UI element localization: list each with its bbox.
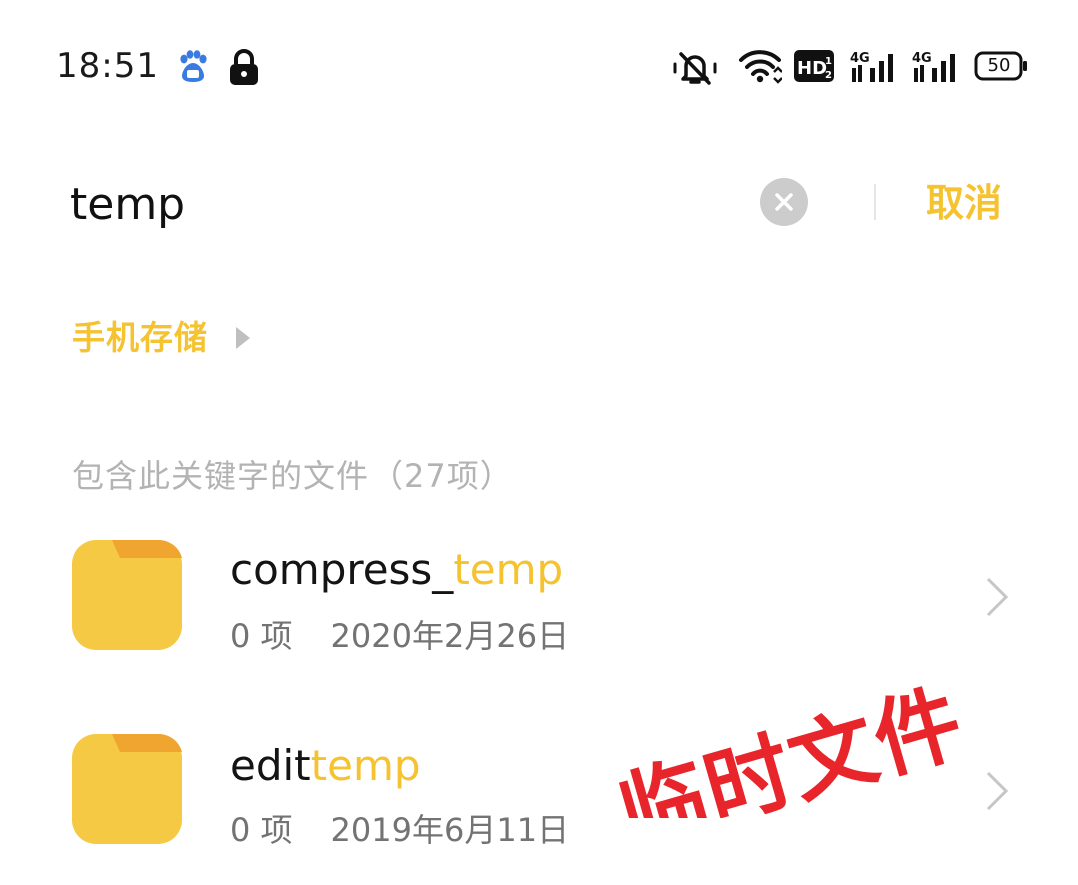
folder-icon (72, 734, 182, 844)
search-divider (874, 184, 876, 220)
lock-icon (230, 49, 258, 85)
item-meta: 0 项 2020年2月26日 (230, 614, 569, 658)
wifi-icon (739, 50, 782, 84)
signal-4g-icon: 4G (912, 51, 955, 82)
item-name-match: temp (310, 741, 421, 790)
battery-level: 50 (987, 55, 1011, 76)
item-name-match: temp (453, 545, 564, 594)
item-date: 2020年2月26日 (330, 617, 570, 655)
svg-text:2: 2 (825, 70, 832, 81)
item-name-prefix: compress_ (230, 545, 454, 594)
hd-icon: HD 1 2 (794, 50, 834, 82)
svg-text:1: 1 (825, 56, 832, 67)
cancel-button[interactable]: 取消 (926, 176, 1002, 230)
results-count: （27项） (371, 457, 513, 495)
svg-text:HD: HD (797, 58, 827, 79)
close-icon (775, 193, 793, 211)
search-input[interactable] (70, 172, 730, 236)
signal-4g-icon: 4G (850, 51, 893, 82)
clear-search-button[interactable] (760, 178, 808, 226)
breadcrumb-label: 手机存储 (72, 318, 208, 357)
battery-icon: 50 (974, 50, 1028, 82)
watermark-text: 临时文件 (609, 672, 975, 818)
item-name: edittemp (230, 738, 421, 794)
results-header: 包含此关键字的文件（27项） (72, 452, 513, 500)
baidu-icon (180, 50, 207, 82)
chevron-right-icon (986, 771, 1009, 811)
item-count: 0 项 (230, 617, 293, 655)
svg-text:4G: 4G (912, 51, 932, 66)
svg-text:4G: 4G (850, 51, 870, 66)
results-header-label: 包含此关键字的文件 (72, 457, 370, 495)
chevron-right-icon (986, 577, 1009, 617)
item-name-prefix: edit (230, 741, 311, 790)
status-time: 18:51 (56, 46, 159, 86)
item-count: 0 项 (230, 811, 293, 849)
triangle-right-icon (236, 327, 250, 349)
folder-icon (72, 540, 182, 650)
watermark-stamp: 临时文件 (609, 672, 975, 818)
mute-icon (673, 52, 717, 85)
item-meta: 0 项 2019年6月11日 (230, 808, 569, 852)
breadcrumb[interactable]: 手机存储 (72, 314, 252, 362)
item-name: compress_temp (230, 542, 563, 598)
item-date: 2019年6月11日 (330, 811, 570, 849)
